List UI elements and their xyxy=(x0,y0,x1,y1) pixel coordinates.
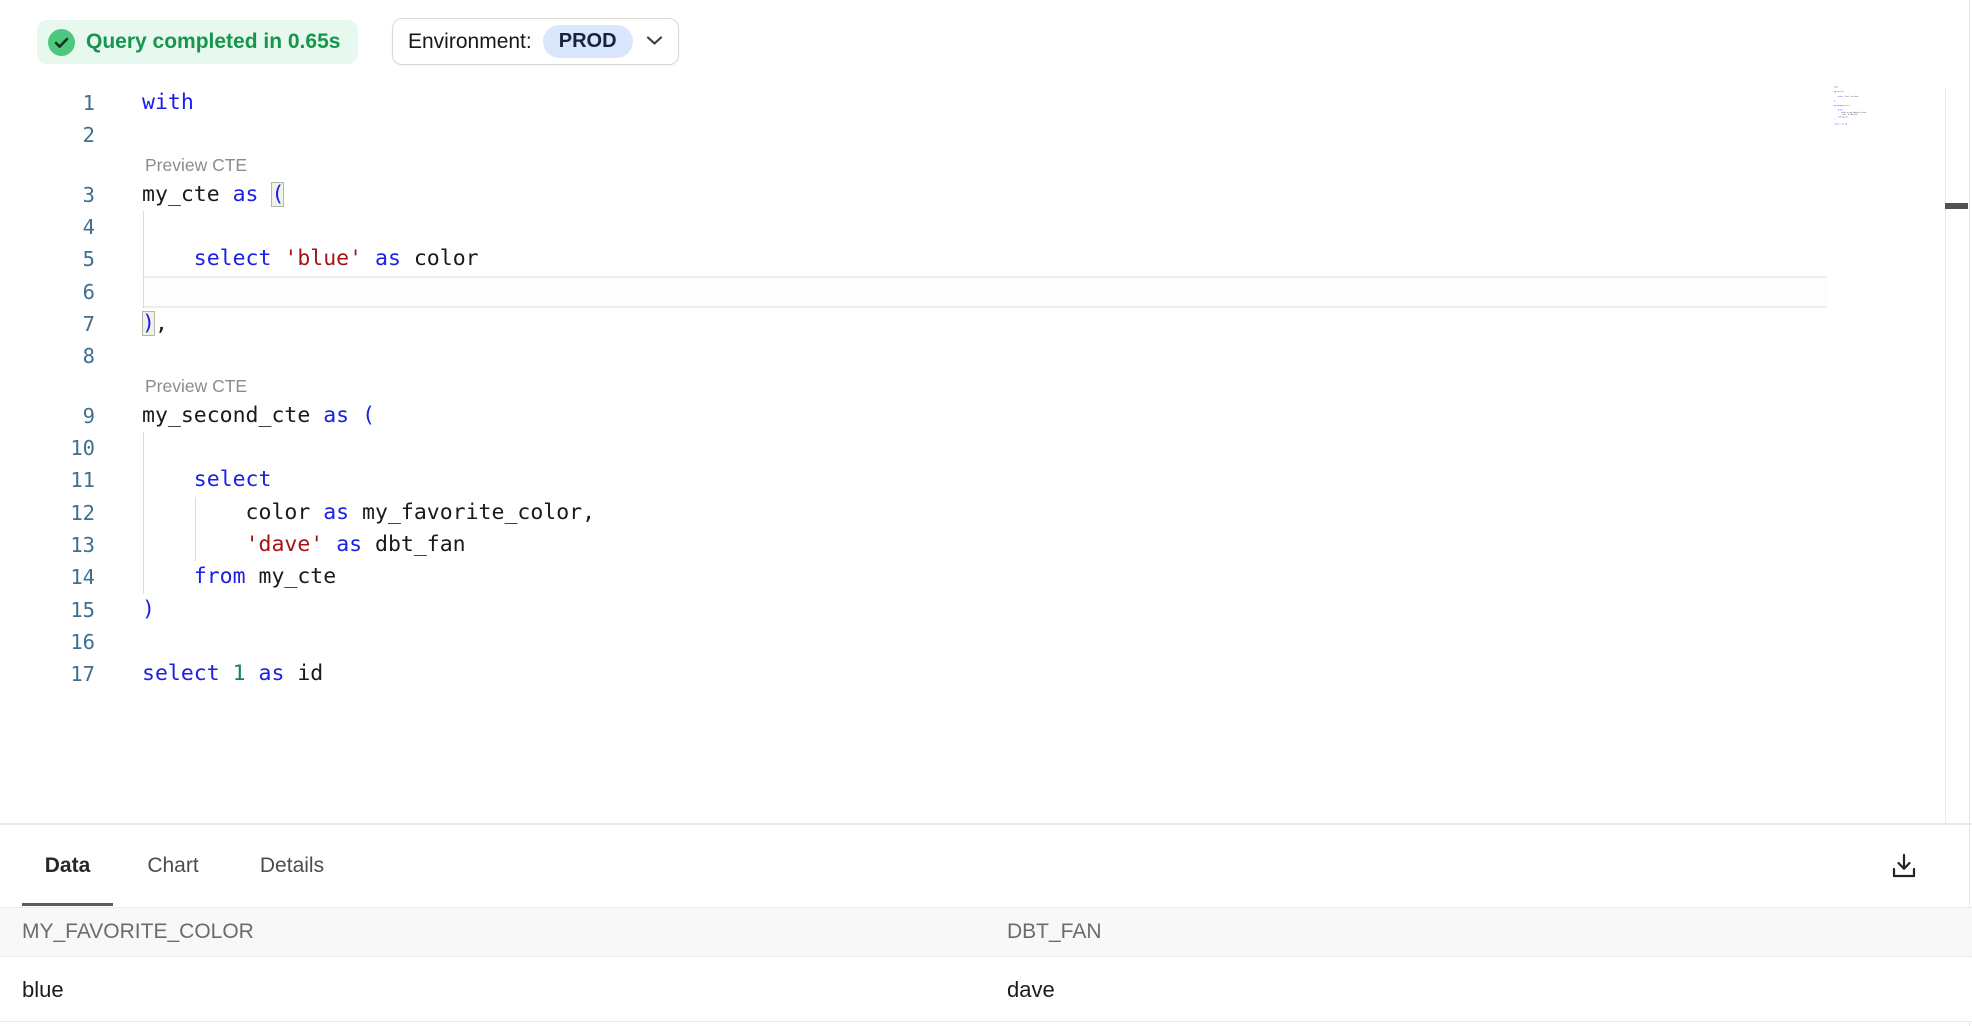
download-icon xyxy=(1890,852,1918,880)
table-cell: blue xyxy=(22,977,1007,1003)
environment-value-badge: PROD xyxy=(543,25,633,58)
code-line-3[interactable]: 3 my_cte as ( xyxy=(0,179,1972,211)
editor-scrollbar-thumb[interactable] xyxy=(1945,203,1968,209)
query-status-text: Query completed in 0.65s xyxy=(86,30,340,54)
panel-divider xyxy=(0,823,1972,825)
dbt-query-workspace: Query completed in 0.65s Environment: PR… xyxy=(0,0,1972,1026)
code-line-16[interactable]: 16 xyxy=(0,626,1972,658)
check-circle-icon xyxy=(48,29,75,56)
editor-minimap[interactable]: withmy_cte as ( select 'blue' as color),… xyxy=(1834,86,1904,136)
line-number: 16 xyxy=(0,626,95,658)
minimap-content: withmy_cte as ( select 'blue' as color),… xyxy=(1834,86,1877,125)
code-text: from my_cte xyxy=(142,561,336,593)
code-line-7[interactable]: 7), xyxy=(0,308,1972,340)
line-number: 9 xyxy=(0,400,95,432)
code-line-10[interactable]: 10 xyxy=(0,432,1972,464)
code-line-1[interactable]: 1 with xyxy=(0,87,1972,119)
code-text: select 'blue' as color xyxy=(142,243,479,275)
chevron-down-icon xyxy=(646,33,663,51)
line-number: 4 xyxy=(0,211,95,243)
code-text: select xyxy=(142,464,271,496)
line-number: 10 xyxy=(0,432,95,464)
code-line-6[interactable]: 6 xyxy=(0,276,1972,308)
code-line-12[interactable]: 12 color as my_favorite_color, xyxy=(0,497,1972,529)
line-number: 8 xyxy=(0,340,95,372)
indent-guide xyxy=(143,432,144,464)
line-number: 6 xyxy=(0,276,95,308)
code-text: ) xyxy=(142,594,155,626)
code-text: my_second_cte as ( xyxy=(142,400,375,432)
code-text: my_cte as ( xyxy=(142,179,284,211)
table-cell: dave xyxy=(1007,977,1972,1003)
code-line-2[interactable]: 2 xyxy=(0,119,1972,151)
line-number: 13 xyxy=(0,529,95,561)
query-status-badge: Query completed in 0.65s xyxy=(37,20,358,64)
line-number: 11 xyxy=(0,464,95,496)
indent-guide xyxy=(143,464,144,496)
line-number: 17 xyxy=(0,658,95,690)
code-line-8[interactable]: 8 xyxy=(0,340,1972,372)
code-line-9[interactable]: 9 my_second_cte as ( xyxy=(0,400,1972,432)
indent-guide xyxy=(143,276,144,308)
environment-selector[interactable]: Environment: PROD xyxy=(392,18,679,65)
line-number: 1 xyxy=(0,87,95,119)
results-table-header: MY_FAVORITE_COLORDBT_FAN xyxy=(0,907,1972,957)
line-number: 14 xyxy=(0,561,95,593)
code-text: with xyxy=(142,87,194,119)
line-number: 15 xyxy=(0,594,95,626)
window-right-border xyxy=(1969,0,1970,1026)
column-header-dbt_fan: DBT_FAN xyxy=(1007,920,1972,944)
active-line-highlight xyxy=(142,276,1826,308)
line-number: 7 xyxy=(0,308,95,340)
code-text: color as my_favorite_color, xyxy=(142,497,595,529)
line-number: 2 xyxy=(0,119,95,151)
tab-chart[interactable]: Chart xyxy=(118,845,228,887)
code-line-17[interactable]: 17 select 1 as id xyxy=(0,658,1972,690)
code-line-11[interactable]: 11 select xyxy=(0,464,1972,496)
code-text: 'dave' as dbt_fan xyxy=(142,529,466,561)
download-results-button[interactable] xyxy=(1884,846,1924,886)
code-line-15[interactable]: 15) xyxy=(0,594,1972,626)
code-text: ), xyxy=(142,308,168,340)
sql-editor[interactable]: 1with2Preview CTE3my_cte as (45 select '… xyxy=(0,87,1972,691)
indent-guide xyxy=(143,561,144,593)
indent-guide xyxy=(143,529,144,561)
code-line-13[interactable]: 13 'dave' as dbt_fan xyxy=(0,529,1972,561)
code-line-5[interactable]: 5 select 'blue' as color xyxy=(0,243,1972,275)
table-row: bluedave xyxy=(0,958,1972,1022)
code-lines: 1with2Preview CTE3my_cte as (45 select '… xyxy=(0,87,1972,691)
indent-guide xyxy=(195,529,196,561)
column-header-my_favorite_color: MY_FAVORITE_COLOR xyxy=(22,920,1007,944)
code-line-14[interactable]: 14 from my_cte xyxy=(0,561,1972,593)
preview-cte-button[interactable]: Preview CTE xyxy=(0,152,1972,179)
environment-label: Environment: xyxy=(408,30,532,54)
code-line-4[interactable]: 4 xyxy=(0,211,1972,243)
indent-guide xyxy=(143,211,144,243)
line-number: 3 xyxy=(0,179,95,211)
tab-details[interactable]: Details xyxy=(231,845,353,887)
editor-scrollbar-track[interactable] xyxy=(1945,87,1971,823)
indent-guide xyxy=(195,497,196,529)
indent-guide xyxy=(143,243,144,275)
indent-guide xyxy=(143,497,144,529)
active-tab-underline xyxy=(22,903,113,906)
line-number: 5 xyxy=(0,243,95,275)
tab-data[interactable]: Data xyxy=(22,845,113,887)
preview-cte-button[interactable]: Preview CTE xyxy=(0,373,1972,400)
line-number: 12 xyxy=(0,497,95,529)
code-text: select 1 as id xyxy=(142,658,323,690)
